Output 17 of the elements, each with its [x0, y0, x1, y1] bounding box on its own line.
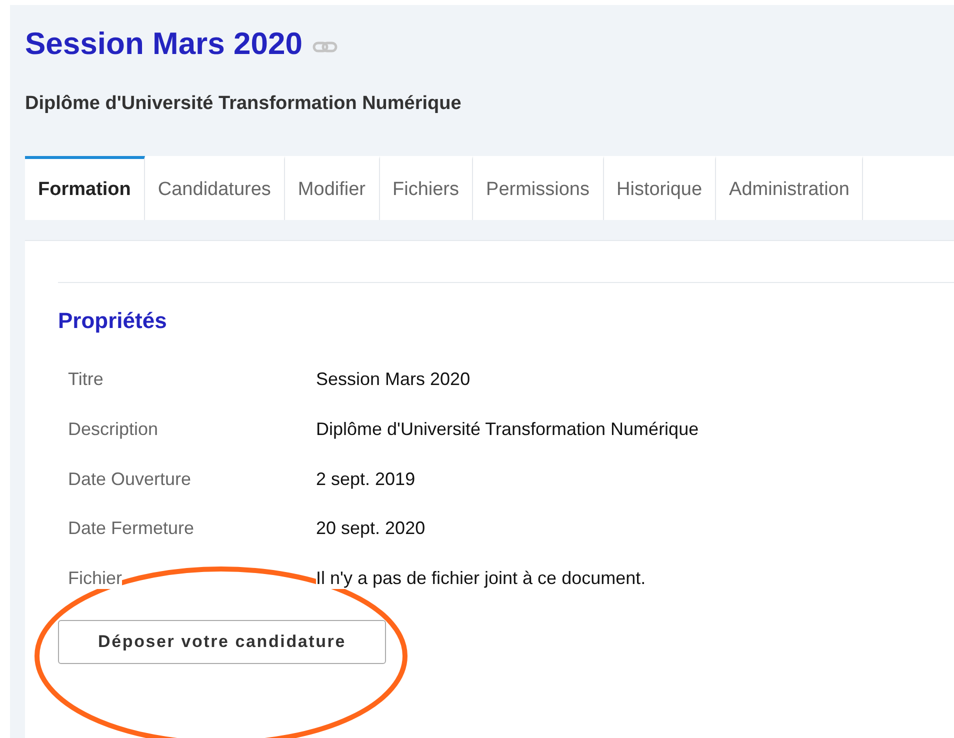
- tab[interactable]: Formation: [25, 156, 145, 220]
- property-value: Diplôme d'Université Transformation Numérique: [316, 419, 699, 440]
- property-value: 20 sept. 2020: [316, 518, 426, 540]
- page-title: Session Mars 2020: [25, 26, 302, 62]
- tab[interactable]: Candidatures: [144, 156, 285, 220]
- tab[interactable]: Administration: [716, 156, 864, 220]
- tab[interactable]: Modifier: [284, 156, 380, 220]
- tab[interactable]: Fichiers: [380, 156, 474, 220]
- property-label: Description: [68, 419, 158, 440]
- property-label: Fichier: [68, 568, 122, 590]
- tab[interactable]: Permissions: [473, 156, 604, 220]
- section-heading: Propriétés: [58, 308, 168, 334]
- page-subtitle: Diplôme d'Université Transformation Numérique: [25, 93, 462, 116]
- link-icon[interactable]: [312, 41, 338, 53]
- submit-application-button[interactable]: Déposer votre candidature: [58, 620, 386, 664]
- tab[interactable]: Historique: [604, 156, 716, 220]
- property-value: Il n'y a pas de fichier joint à ce document.: [316, 568, 646, 590]
